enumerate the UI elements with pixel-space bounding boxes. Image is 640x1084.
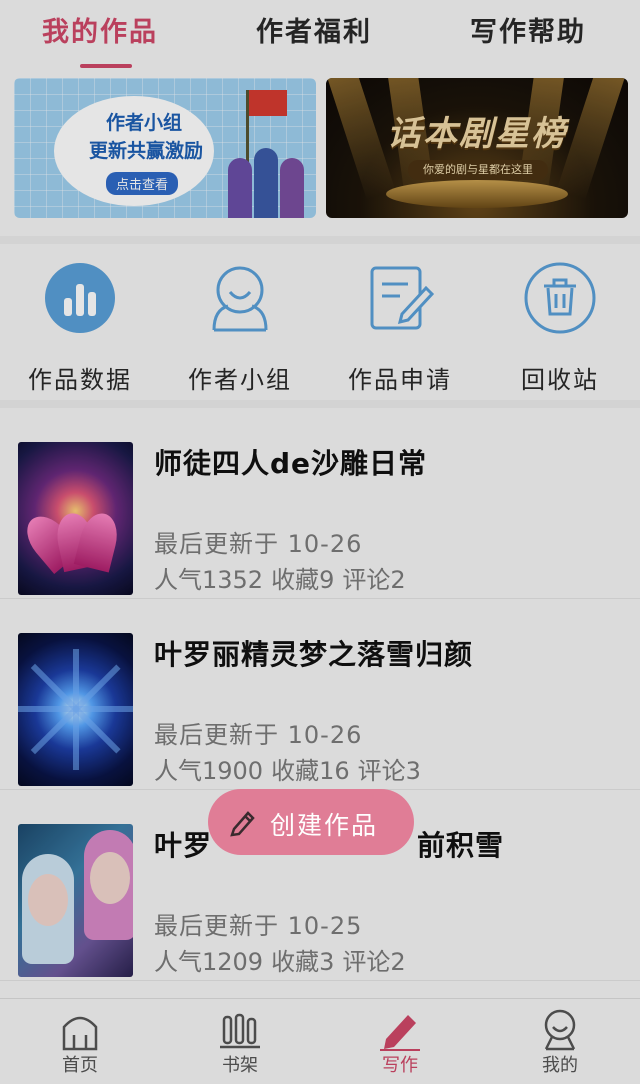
cartoon-kid-illustration [280,158,304,218]
bottom-navigation: 首页 书架 写作 我的 [0,998,640,1084]
tool-author-group[interactable]: 作者小组 [160,262,320,394]
trash-icon [524,262,596,334]
tool-label: 回收站 [521,366,599,394]
tool-recycle-bin[interactable]: 回收站 [480,262,640,394]
nav-label: 我的 [542,1055,578,1076]
nav-bookshelf[interactable]: 书架 [160,999,320,1084]
stage-illustration [386,180,568,208]
cartoon-kid-illustration [228,158,252,218]
work-favorites: 收藏3 [271,948,335,976]
work-last-updated: 最后更新于 10-26 [154,530,363,558]
work-stats: 人气1209 收藏3 评论2 [154,942,414,977]
work-item[interactable]: 叶罗丽精灵梦之落雪归颜 最后更新于 10-26 人气1900 收藏16 评论3 [0,599,640,790]
work-popularity: 人气1900 [154,757,264,785]
section-divider [0,236,640,244]
tool-label: 作品数据 [28,366,132,394]
nav-home[interactable]: 首页 [0,999,160,1084]
tool-label: 作者小组 [188,366,292,394]
work-item[interactable]: 师徒四人de沙雕日常 最后更新于 10-26 人气1352 收藏9 评论2 [0,408,640,599]
tab-my-works[interactable]: 我的作品 [42,10,158,49]
app-root: 我的作品 作者福利 写作帮助 作者小组 更新共赢激励 点击查看 话本剧星榜 你爱… [0,0,640,1084]
work-stats: 人气1352 收藏9 评论2 [154,560,414,595]
work-favorites: 收藏16 [271,757,350,785]
profile-icon [544,1009,576,1051]
edit-document-icon [370,266,435,330]
work-comments: 评论2 [342,566,406,594]
banner-left-title: 作者小组 [105,112,182,134]
work-popularity: 人气1209 [154,948,264,976]
work-cover-image [18,442,133,595]
tool-label: 作品申请 [348,366,452,394]
work-title-visible-part: 叶罗 [154,829,213,862]
work-title: 师徒四人de沙雕日常 [154,447,428,480]
author-group-banner[interactable]: 作者小组 更新共赢激励 点击查看 [14,78,316,218]
work-title: 叶罗丽精灵梦之落雪归颜 [154,638,474,671]
work-cover-image [18,824,133,977]
tool-works-data[interactable]: 作品数据 [0,262,160,394]
cartoon-kid-illustration [254,148,278,218]
pencil-icon [230,811,255,837]
nav-label: 书架 [222,1055,258,1076]
character-face [90,852,130,904]
work-favorites: 收藏9 [271,566,335,594]
banner-left-button[interactable]: 点击查看 [106,172,179,195]
banner-row: 作者小组 更新共赢激励 点击查看 话本剧星榜 你爱的剧与星都在这里 [0,74,640,244]
nav-label: 首页 [62,1055,98,1076]
banner-left-subtitle: 更新共赢激励 [88,140,203,162]
top-tab-bar: 我的作品 作者福利 写作帮助 [0,0,640,74]
banner-right-subtitle: 你爱的剧与星都在这里 [408,160,548,180]
character-face [28,874,68,926]
pencil-icon [380,1015,420,1051]
bar-chart-icon [45,263,115,333]
tools-grid: 作品数据 作者小组 作品申请 回收站 [0,244,640,400]
work-last-updated: 最后更新于 10-25 [154,912,363,940]
tab-author-benefits[interactable]: 作者福利 [256,10,372,49]
create-work-label: 创建作品 [270,811,379,840]
banner-right-title: 话本剧星榜 [387,114,567,154]
work-cover-image [18,633,133,786]
work-popularity: 人气1352 [154,566,264,594]
works-list: 师徒四人de沙雕日常 最后更新于 10-26 人气1352 收藏9 评论2 叶罗丽精… [0,408,640,998]
work-last-updated: 最后更新于 10-26 [154,721,363,749]
nav-label: 写作 [382,1055,418,1076]
nav-profile[interactable]: 我的 [480,999,640,1084]
group-avatar-icon [212,266,268,332]
work-comments: 评论3 [357,757,421,785]
work-comments: 评论2 [342,948,406,976]
home-icon [62,1016,98,1051]
nav-write[interactable]: 写作 [320,999,480,1084]
bookshelf-icon [220,1013,260,1049]
work-stats: 人气1900 收藏16 评论3 [154,751,429,786]
red-flag-illustration [249,90,287,116]
drama-star-ranking-banner[interactable]: 话本剧星榜 你爱的剧与星都在这里 [326,78,628,218]
work-title-visible-tail: 前积雪 [417,829,505,862]
create-work-button[interactable]: 创建作品 [208,789,414,855]
tab-writing-help[interactable]: 写作帮助 [470,10,586,49]
section-divider [0,400,640,408]
active-tab-indicator [80,64,132,68]
tool-works-application[interactable]: 作品申请 [320,262,480,394]
